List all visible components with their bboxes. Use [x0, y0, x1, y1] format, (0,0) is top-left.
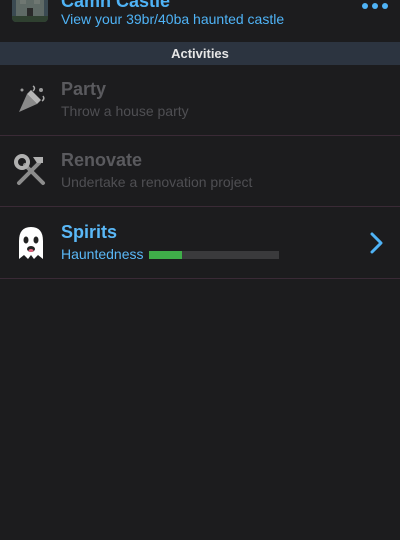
chevron-right-icon[interactable] [366, 231, 386, 255]
activity-row-spirits[interactable]: Spirits Hauntedness [0, 208, 400, 279]
ghost-icon [13, 225, 49, 261]
hauntedness-progress-bar [149, 251, 279, 259]
party-popper-icon [13, 82, 49, 118]
hammer-wrench-icon [13, 153, 49, 189]
activity-row-party[interactable]: Party Throw a house party [0, 65, 400, 136]
castle-row[interactable]: Camh Castle View your 39br/40ba haunted … [0, 0, 400, 42]
activity-subtitle: Throw a house party [61, 103, 189, 119]
activity-title: Party [61, 79, 107, 99]
section-header: Activities [0, 42, 400, 65]
activity-row-renovate[interactable]: Renovate Undertake a renovation project [0, 136, 400, 207]
ellipsis-icon[interactable] [362, 3, 390, 11]
castle-thumbnail [12, 0, 48, 22]
activity-subtitle: Undertake a renovation project [61, 174, 253, 190]
castle-subtitle: View your 39br/40ba haunted castle [61, 11, 285, 27]
hauntedness-label: Hauntedness [61, 246, 144, 262]
activity-title: Renovate [61, 150, 143, 170]
activity-title: Spirits [61, 222, 118, 242]
hauntedness-progress-fill [149, 251, 182, 259]
